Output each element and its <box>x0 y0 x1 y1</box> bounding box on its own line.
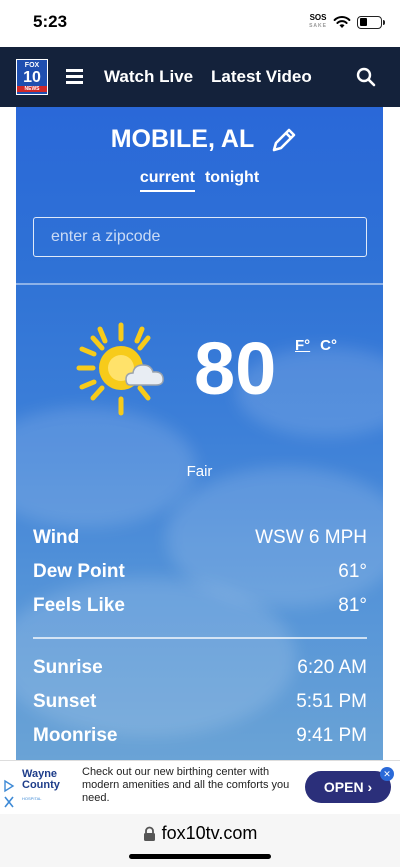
lock-icon <box>143 826 155 842</box>
detail-label: Wind <box>33 527 80 548</box>
carrier-label: SAKE <box>309 23 327 29</box>
logo-news: NEWS <box>17 86 47 92</box>
detail-label: Dew Point <box>33 561 125 582</box>
condition-text: Fair <box>186 463 213 480</box>
url-display[interactable]: fox10tv.com <box>0 823 400 844</box>
detail-row: Dew Point 61° <box>33 561 367 583</box>
current-temperature: 80 <box>194 327 277 410</box>
astronomy-row: Sunrise 6:20 AM <box>33 657 367 679</box>
detail-value: WSW 6 MPH <box>255 527 367 548</box>
tab-current[interactable]: current <box>139 169 195 192</box>
status-icons: SOS SAKE <box>309 14 385 30</box>
weather-panel: MOBILE, AL current tonight 80 <box>16 107 383 760</box>
sos-indicator: SOS SAKE <box>309 14 327 30</box>
ad-open-button[interactable]: OPEN › <box>305 771 391 803</box>
detail-label: Feels Like <box>33 595 125 616</box>
detail-value: 61° <box>338 561 367 582</box>
astronomy-value: 9:41 PM <box>296 725 367 746</box>
logo-number: 10 <box>23 69 41 86</box>
unit-fahrenheit[interactable]: F° <box>295 337 310 354</box>
astronomy-label: Sunrise <box>33 657 103 678</box>
fox10-logo[interactable]: FOX 10 NEWS <box>16 59 48 95</box>
astronomy-row: Moonrise 9:41 PM <box>33 725 367 747</box>
astronomy-label: Sunset <box>33 691 97 712</box>
divider <box>33 637 367 639</box>
forecast-tabs: current tonight <box>16 169 383 192</box>
city-name: MOBILE, AL <box>110 125 255 153</box>
status-bar: 5:23 SOS SAKE <box>0 0 400 47</box>
partly-sunny-icon <box>76 322 164 416</box>
advertiser-name: Wayne County <box>22 768 60 791</box>
site-nav: FOX 10 NEWS Watch Live Latest Video <box>0 47 400 107</box>
wifi-icon <box>333 16 351 28</box>
sos-label: SOS <box>309 13 327 22</box>
divider <box>16 283 383 285</box>
home-indicator[interactable] <box>129 854 271 859</box>
status-time: 5:23 <box>33 12 68 31</box>
detail-row: Feels Like 81° <box>33 595 367 617</box>
search-icon[interactable] <box>356 67 376 87</box>
close-icon[interactable]: ✕ <box>380 767 394 781</box>
tab-tonight[interactable]: tonight <box>205 169 259 192</box>
ad-text: Check out our new birthing center with m… <box>82 766 290 804</box>
zipcode-input[interactable] <box>33 217 367 257</box>
ad-banner[interactable]: Wayne County HOSPITAL Check out our new … <box>0 760 400 814</box>
detail-value: 81° <box>338 595 367 616</box>
astronomy-label: Moonrise <box>33 725 118 746</box>
battery-icon <box>357 15 385 29</box>
ad-choices-icon[interactable] <box>3 779 15 809</box>
nav-latest-video[interactable]: Latest Video <box>211 67 312 87</box>
astronomy-row: Sunset 5:51 PM <box>33 691 367 713</box>
pencil-icon[interactable] <box>269 125 299 155</box>
menu-icon[interactable] <box>66 69 83 84</box>
unit-celsius[interactable]: C° <box>320 337 337 354</box>
advertiser-logo: Wayne County HOSPITAL <box>22 769 64 804</box>
detail-row: Wind WSW 6 MPH <box>33 527 367 549</box>
advertiser-sub: HOSPITAL <box>22 796 42 801</box>
astronomy-value: 6:20 AM <box>297 657 367 678</box>
nav-watch-live[interactable]: Watch Live <box>104 67 193 87</box>
astronomy-value: 5:51 PM <box>296 691 367 712</box>
browser-url-bar[interactable]: fox10tv.com <box>0 814 400 867</box>
url-text: fox10tv.com <box>161 823 258 843</box>
unit-toggle: F° C° <box>295 337 337 354</box>
